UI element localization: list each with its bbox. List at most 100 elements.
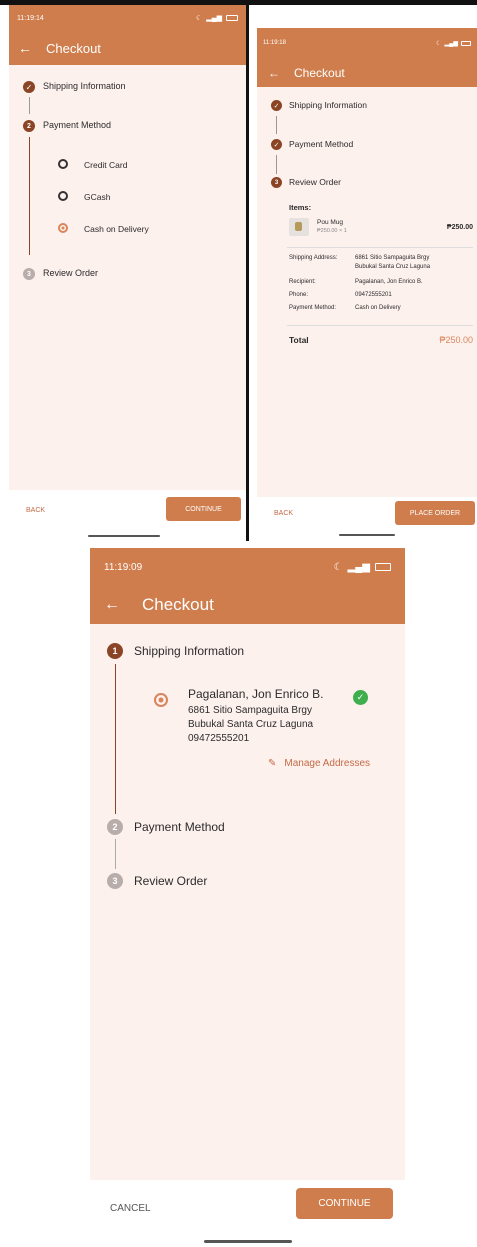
step-shipping-done[interactable]: ✓ [271, 100, 282, 111]
check-icon: ✓ [25, 82, 33, 92]
status-icons: ☾ ▂▄▆ [436, 40, 471, 47]
continue-button[interactable]: CONTINUE [166, 497, 241, 521]
moon-icon: ☾ [333, 561, 343, 573]
step-payment-label[interactable]: Payment Method [289, 139, 353, 149]
battery-icon [375, 563, 391, 571]
app-bar: ← Checkout [9, 31, 246, 65]
back-arrow-icon[interactable]: ← [268, 66, 280, 80]
continue-label: CONTINUE [318, 1198, 371, 1209]
place-order-button[interactable]: PLACE ORDER [395, 501, 475, 525]
divider [287, 325, 473, 326]
phone-value: 09472555201 [355, 292, 392, 298]
manage-addresses-link[interactable]: ✎ Manage Addresses [268, 758, 370, 769]
check-icon: ✓ [273, 102, 280, 110]
radio-credit-card[interactable] [58, 159, 68, 169]
step-connector-active [29, 137, 30, 255]
place-order-label: PLACE ORDER [409, 509, 461, 517]
home-indicator[interactable] [339, 534, 395, 536]
back-arrow-icon[interactable]: ← [104, 596, 120, 614]
step-connector [276, 155, 277, 174]
signal-icon: ▂▄▆ [444, 40, 458, 47]
product-name: Pou Mug [317, 219, 344, 226]
battery-icon [226, 15, 238, 21]
step-shipping-label[interactable]: Shipping Information [289, 100, 367, 110]
step-payment-done[interactable]: ✓ [271, 139, 282, 150]
signal-icon: ▂▄▆ [206, 15, 222, 22]
back-button[interactable]: BACK [26, 507, 45, 514]
step-number: 2 [27, 122, 31, 130]
phone-label: Phone: [289, 292, 309, 298]
status-icons: ☾ ▂▄▆ [334, 562, 391, 573]
address-line1: 6861 Sitio Sampaguita Brgy [188, 705, 312, 716]
option-cod-label[interactable]: Cash on Delivery [84, 224, 149, 234]
status-time: 11:19:18 [263, 40, 286, 46]
step-payment-number[interactable]: 2 [23, 120, 35, 132]
step-connector-active [115, 664, 116, 814]
screenshot-divider [246, 0, 249, 541]
product-thumbnail [289, 218, 309, 236]
address-line2: Bubukal Santa Cruz Laguna [188, 719, 314, 730]
step-connector [276, 116, 277, 134]
battery-icon [461, 40, 471, 46]
screen-payment-method: 11:19:14 ☾ ▂▄▆ ← Checkout ✓ Shipping Inf… [9, 5, 246, 541]
address-name[interactable]: Pagalanan, Jon Enrico B. [188, 687, 323, 701]
continue-button[interactable]: CONTINUE [296, 1188, 393, 1219]
step-payment-label[interactable]: Payment Method [43, 120, 111, 130]
back-arrow-icon[interactable]: ← [18, 40, 32, 56]
radio-gcash[interactable] [58, 191, 68, 201]
home-indicator[interactable] [204, 1240, 292, 1243]
shipping-address-label: Shipping Address: [289, 255, 338, 261]
shipping-address-line2: Bubukal Santa Cruz Laguna [355, 264, 431, 270]
status-bar: 11:19:09 ☾ ▂▄▆ [90, 548, 405, 586]
cancel-button[interactable]: CANCEL [110, 1203, 151, 1214]
screen-shipping-information: 11:19:09 ☾ ▂▄▆ ← Checkout 1 Shipping Inf… [90, 548, 405, 1247]
verified-check-icon: ✓ [353, 690, 368, 705]
step-review-label[interactable]: Review Order [289, 177, 341, 187]
step-review-number[interactable]: 3 [107, 873, 123, 889]
option-credit-card-label[interactable]: Credit Card [84, 160, 127, 170]
divider [287, 247, 473, 248]
step-number: 3 [274, 179, 279, 186]
bottom-actions: BACK PLACE ORDER [257, 497, 477, 541]
step-shipping-number[interactable]: 1 [107, 643, 123, 659]
address-radio-selected[interactable] [154, 693, 168, 707]
option-gcash-label[interactable]: GCash [84, 192, 110, 202]
items-heading: Items: [289, 203, 312, 212]
step-payment-number[interactable]: 2 [107, 819, 123, 835]
continue-label: CONTINUE [185, 505, 222, 513]
step-review-number[interactable]: 3 [271, 177, 282, 188]
status-time: 11:19:14 [17, 14, 44, 22]
step-shipping-label[interactable]: Shipping Information [43, 81, 126, 91]
step-shipping-done[interactable]: ✓ [23, 81, 35, 93]
product-qty-price: ₱250.00 × 1 [317, 228, 347, 234]
step-payment-label[interactable]: Payment Method [134, 820, 225, 834]
home-indicator[interactable] [88, 535, 160, 537]
status-icons: ☾ ▂▄▆ [196, 14, 238, 22]
status-bar: 11:19:18 ☾ ▂▄▆ [257, 28, 477, 58]
total-label: Total [289, 335, 309, 345]
app-bar: ← Checkout [90, 586, 405, 624]
page-title: Checkout [294, 65, 345, 80]
stepper: ✓ Shipping Information ✓ Payment Method … [257, 87, 477, 497]
recipient-label: Recipient: [289, 279, 316, 285]
product-line-total: ₱250.00 [446, 224, 473, 231]
total-value: ₱250.00 [439, 335, 473, 345]
payment-method-value: Cash on Delivery [355, 305, 401, 311]
address-phone: 09472555201 [188, 733, 250, 744]
step-connector [29, 97, 30, 114]
stepper: ✓ Shipping Information 2 Payment Method … [9, 65, 246, 490]
step-number: 3 [27, 270, 31, 278]
stepper: 1 Shipping Information Pagalanan, Jon En… [90, 624, 405, 1180]
edit-location-icon: ✎ [268, 758, 277, 769]
step-review-label[interactable]: Review Order [43, 268, 98, 278]
signal-icon: ▂▄▆ [347, 561, 370, 573]
step-review-number[interactable]: 3 [23, 268, 35, 280]
back-button[interactable]: BACK [274, 510, 293, 517]
page-title: Checkout [46, 40, 101, 56]
step-review-label[interactable]: Review Order [134, 874, 207, 888]
manage-addresses-label: Manage Addresses [284, 758, 371, 769]
step-shipping-label[interactable]: Shipping Information [134, 644, 244, 658]
radio-cash-on-delivery[interactable] [58, 223, 68, 233]
step-number: 2 [112, 822, 118, 832]
step-number: 3 [112, 876, 118, 886]
